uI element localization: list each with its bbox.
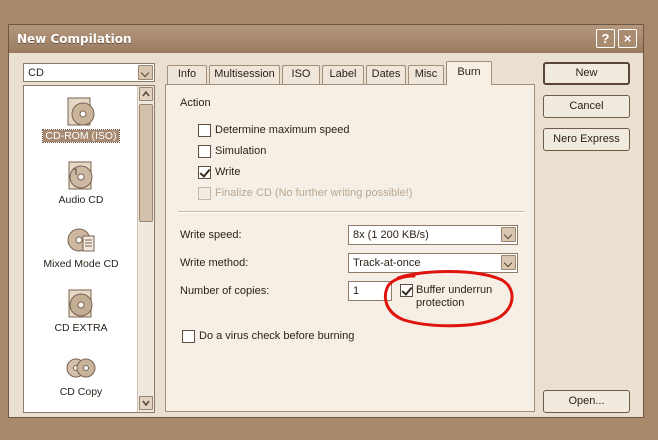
- write-label: Write: [215, 166, 241, 178]
- action-header: Action: [180, 97, 211, 109]
- write-speed-value: 8x (1 200 KB/s): [353, 229, 429, 241]
- scroll-thumb[interactable]: [139, 104, 153, 222]
- determine-speed-label: Determine maximum speed: [215, 124, 350, 136]
- annotation-stroke: [383, 270, 514, 328]
- section-divider: [178, 211, 524, 213]
- new-compilation-dialog: New Compilation ? × CD CD-ROM (ISO) Audi…: [8, 24, 644, 418]
- chevron-up-icon: [142, 90, 150, 97]
- copies-value: 1: [353, 285, 360, 297]
- finalize-cd-checkbox[interactable]: [198, 187, 211, 200]
- list-item-label: Mixed Mode CD: [43, 258, 119, 270]
- list-item-audio-cd[interactable]: Audio CD: [24, 154, 138, 214]
- mixed-mode-cd-icon: [67, 228, 95, 252]
- chevron-down-icon[interactable]: [138, 65, 153, 80]
- open-button[interactable]: Open...: [543, 390, 630, 413]
- burn-panel: Action Determine maximum speed Simulatio…: [165, 84, 535, 412]
- list-scrollbar[interactable]: [137, 86, 154, 412]
- list-item-label: CD-ROM (ISO): [42, 129, 120, 143]
- cd-extra-icon: [68, 289, 93, 318]
- cd-rom-iso-icon: [67, 97, 95, 126]
- scroll-down-button[interactable]: [139, 396, 153, 410]
- disc-type-select[interactable]: CD: [23, 63, 155, 82]
- virus-check-checkbox[interactable]: [182, 330, 195, 343]
- red-circle-annotation: [383, 270, 514, 328]
- chevron-down-icon: [142, 400, 150, 407]
- write-speed-label: Write speed:: [180, 229, 242, 241]
- nero-express-button[interactable]: Nero Express: [543, 128, 630, 151]
- cd-copy-icon: [66, 358, 96, 378]
- write-checkbox[interactable]: [198, 166, 211, 179]
- window-title: New Compilation: [17, 32, 132, 46]
- list-item-cd-copy[interactable]: CD Copy: [24, 346, 138, 406]
- title-bar: New Compilation ? ×: [9, 25, 643, 53]
- audio-cd-icon: [68, 161, 93, 190]
- close-button[interactable]: ×: [618, 29, 637, 48]
- tab-info[interactable]: Info: [167, 65, 207, 84]
- finalize-cd-label: Finalize CD (No further writing possible…: [215, 187, 413, 199]
- list-item-label: CD Copy: [59, 386, 103, 398]
- write-method-label: Write method:: [180, 257, 249, 269]
- compilation-type-list[interactable]: CD-ROM (ISO) Audio CD Mixed Mode CD CD E…: [23, 85, 155, 413]
- simulation-checkbox[interactable]: [198, 145, 211, 158]
- list-item-label: CD EXTRA: [54, 322, 108, 334]
- cancel-button[interactable]: Cancel: [543, 95, 630, 118]
- list-item-mixed-mode-cd[interactable]: Mixed Mode CD: [24, 218, 138, 278]
- virus-check-label: Do a virus check before burning: [199, 330, 355, 342]
- help-button[interactable]: ?: [596, 29, 615, 48]
- tab-iso[interactable]: ISO: [282, 65, 320, 84]
- tab-dates[interactable]: Dates: [366, 65, 406, 84]
- scroll-up-button[interactable]: [139, 87, 153, 101]
- disc-type-value: CD: [28, 67, 44, 79]
- list-item-label: Audio CD: [58, 194, 104, 206]
- write-speed-select[interactable]: 8x (1 200 KB/s): [348, 225, 518, 245]
- new-button[interactable]: New: [543, 62, 630, 85]
- determine-speed-checkbox[interactable]: [198, 124, 211, 137]
- list-item-cd-rom-iso[interactable]: CD-ROM (ISO): [24, 90, 138, 150]
- tab-multisession[interactable]: Multisession: [209, 65, 280, 84]
- tab-misc[interactable]: Misc: [408, 65, 444, 84]
- tab-label[interactable]: Label: [322, 65, 364, 84]
- chevron-down-icon[interactable]: [501, 227, 516, 242]
- tab-burn[interactable]: Burn: [446, 61, 492, 85]
- simulation-label: Simulation: [215, 145, 267, 157]
- copies-label: Number of copies:: [180, 285, 270, 297]
- list-item-cd-extra[interactable]: CD EXTRA: [24, 282, 138, 342]
